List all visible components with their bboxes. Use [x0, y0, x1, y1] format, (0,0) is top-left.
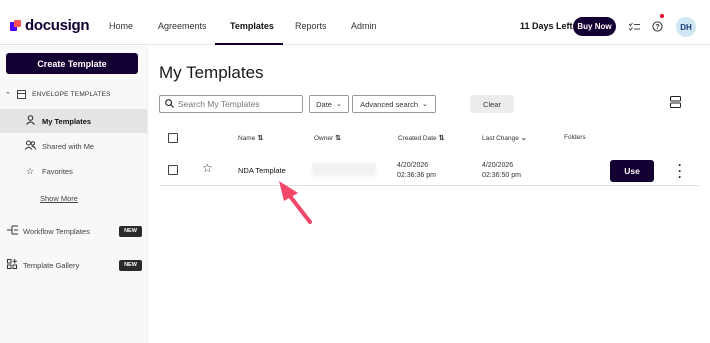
nav-admin[interactable]: Admin	[351, 21, 377, 31]
row-checkbox[interactable]	[168, 165, 178, 175]
sort-icon: ⇅	[335, 135, 342, 142]
search-icon	[165, 98, 174, 110]
row-divider	[159, 185, 699, 186]
nav-home[interactable]: Home	[109, 21, 133, 31]
sort-icon: ⇅	[438, 135, 445, 142]
date-filter-button[interactable]: Date ⌄	[309, 95, 349, 113]
nav-templates[interactable]: Templates	[230, 21, 274, 31]
sidebar-item-template-gallery[interactable]: Template Gallery NEW	[0, 256, 147, 274]
buy-now-button[interactable]: Buy Now	[573, 17, 616, 36]
search-input[interactable]: Search My Templates	[159, 95, 303, 113]
sort-icon: ⇅	[257, 135, 264, 142]
last-change-date: 4/20/2026	[482, 162, 514, 169]
sidebar-item-label: Workflow Templates	[23, 226, 90, 236]
logo-text: docusign	[25, 17, 90, 34]
star-icon: ☆	[25, 165, 35, 176]
sidebar-item-favorites[interactable]: ☆ Favorites	[0, 159, 147, 183]
people-icon	[24, 140, 36, 152]
gallery-icon	[6, 259, 18, 271]
created-date: 4/20/2026	[397, 162, 429, 169]
last-change-time: 02:36:50 pm	[482, 172, 521, 179]
favorite-star-icon[interactable]: ☆	[202, 161, 213, 175]
use-template-button[interactable]: Use	[610, 160, 654, 182]
sidebar-item-label: Favorites	[42, 166, 73, 176]
select-all-checkbox[interactable]	[168, 133, 178, 143]
page-title: My Templates	[159, 63, 264, 82]
chevron-down-icon: ⌄	[422, 101, 428, 108]
trial-days-left: 11 Days Left	[520, 21, 573, 31]
column-header-label: Created Date	[398, 135, 437, 142]
sidebar: Create Template ⌃ ENVELOPE TEMPLATES My …	[0, 46, 148, 343]
checklist-icon[interactable]	[628, 20, 640, 32]
notification-dot	[660, 14, 664, 18]
column-header-last-change[interactable]: Last Change ⌄	[482, 134, 527, 142]
sidebar-item-my-templates[interactable]: My Templates	[0, 109, 147, 133]
envelope-templates-section[interactable]: ⌃ ENVELOPE TEMPLATES	[5, 90, 111, 99]
column-header-label: Owner	[314, 135, 334, 142]
section-label: ENVELOPE TEMPLATES	[32, 91, 111, 98]
new-badge: NEW	[119, 259, 142, 271]
last-change-cell: 4/20/2026 02:36:50 pm	[482, 161, 521, 181]
svg-text:?: ?	[655, 24, 659, 31]
sidebar-item-shared-with-me[interactable]: Shared with Me	[0, 134, 147, 158]
logo-mark-icon	[10, 20, 21, 31]
sidebar-item-label: Shared with Me	[42, 141, 95, 151]
help-icon[interactable]: ?	[651, 20, 663, 32]
chevron-up-icon: ⌃	[5, 91, 12, 99]
chevron-down-icon: ⌄	[520, 135, 527, 142]
date-filter-label: Date	[316, 99, 332, 109]
chevron-down-icon: ⌄	[335, 101, 342, 108]
active-tab-underline	[215, 43, 283, 45]
sidebar-item-workflow-templates[interactable]: Workflow Templates NEW	[0, 222, 147, 240]
sidebar-item-label: Template Gallery	[23, 260, 80, 270]
nav-reports[interactable]: Reports	[295, 21, 327, 31]
column-header-folders: Folders	[564, 134, 586, 141]
template-name-link[interactable]: NDA Template	[238, 166, 286, 175]
top-navigation: docusign Home Agreements Templates Repor…	[0, 0, 710, 45]
template-icon	[17, 90, 27, 99]
create-template-button[interactable]: Create Template	[6, 53, 138, 74]
created-time: 02:36:36 pm	[397, 172, 436, 179]
workflow-icon	[6, 225, 18, 237]
docusign-logo[interactable]: docusign	[10, 17, 90, 34]
more-options-icon[interactable]: · · ·	[677, 159, 683, 183]
column-header-label: Name	[238, 135, 256, 142]
avatar[interactable]: DH	[676, 17, 696, 37]
person-icon	[24, 115, 36, 127]
column-header-owner[interactable]: Owner ⇅	[314, 134, 341, 142]
created-date-cell: 4/20/2026 02:36:36 pm	[397, 161, 436, 181]
search-placeholder: Search My Templates	[178, 99, 260, 109]
show-more-link[interactable]: Show More	[40, 194, 78, 203]
column-header-label: Last Change	[482, 135, 519, 142]
owner-cell-redacted	[312, 163, 376, 176]
column-header-name[interactable]: Name ⇅	[238, 134, 263, 142]
new-badge: NEW	[119, 225, 142, 237]
sidebar-item-label: My Templates	[42, 116, 92, 126]
column-header-created-date[interactable]: Created Date ⇅	[398, 134, 445, 142]
view-options-icon[interactable]	[669, 95, 681, 109]
advanced-search-label: Advanced search	[360, 99, 419, 109]
advanced-search-button[interactable]: Advanced search ⌄	[352, 95, 436, 113]
clear-button[interactable]: Clear	[470, 95, 514, 113]
nav-agreements[interactable]: Agreements	[158, 21, 207, 31]
